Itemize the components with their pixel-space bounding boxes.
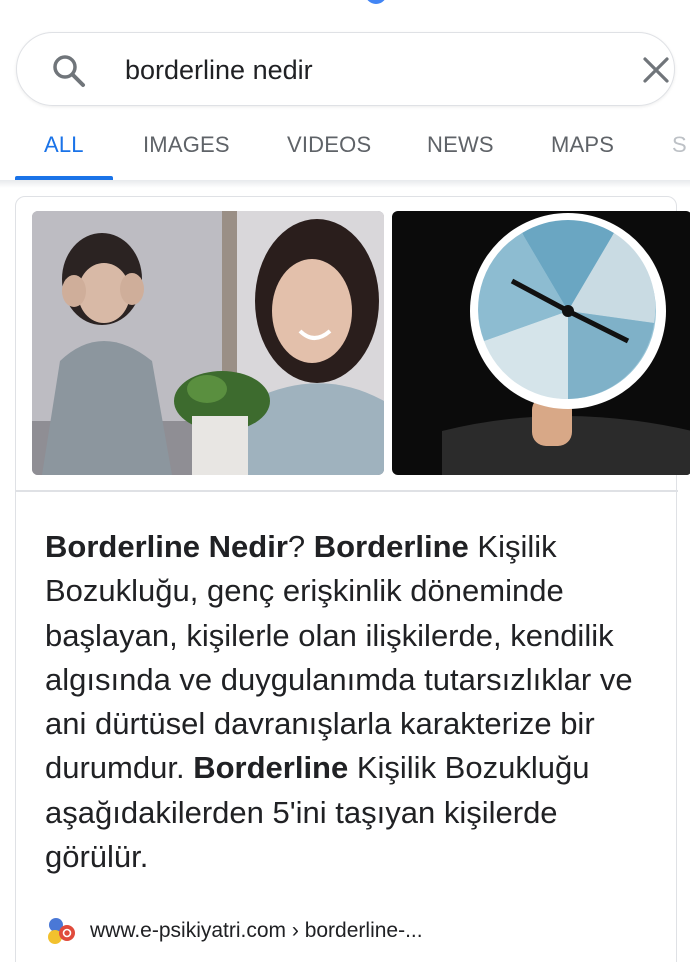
snippet-segment: Kişilik Bozukluğu, genç erişkinlik dönem… xyxy=(45,529,633,786)
result-image-2[interactable] xyxy=(392,211,690,475)
snippet-highlight: Borderline Nedir xyxy=(45,529,288,564)
snippet-highlight: Borderline xyxy=(193,750,349,786)
tab-videos[interactable]: VIDEOS xyxy=(287,132,371,158)
result-image-1[interactable] xyxy=(32,211,384,475)
google-logo-fragment xyxy=(365,0,387,4)
tabs-divider xyxy=(0,180,690,188)
close-icon[interactable] xyxy=(639,53,673,87)
tab-all[interactable]: ALL xyxy=(44,132,84,158)
tab-maps[interactable]: MAPS xyxy=(551,132,614,158)
featured-snippet-card: Borderline Nedir? Borderline Kişilik Boz… xyxy=(15,196,690,962)
card-divider xyxy=(16,490,678,492)
search-icon[interactable] xyxy=(51,53,87,89)
site-favicon-icon xyxy=(48,918,75,944)
snippet-highlight: Borderline xyxy=(313,529,469,564)
search-tabs: ALL IMAGES VIDEOS NEWS MAPS S xyxy=(0,118,690,182)
snippet-text: Borderline Nedir? Borderline Kişilik Boz… xyxy=(45,525,660,879)
search-input[interactable] xyxy=(125,51,605,89)
result-source-link[interactable]: www.e-psikiyatri.com › borderline-... xyxy=(46,915,423,947)
clock-faces-photo-icon xyxy=(392,211,690,475)
tab-shopping[interactable]: S xyxy=(672,132,687,158)
snippet-segment: ? xyxy=(287,529,314,564)
tab-images[interactable]: IMAGES xyxy=(143,132,230,158)
tab-news[interactable]: NEWS xyxy=(427,132,494,158)
search-box[interactable] xyxy=(16,32,675,106)
source-url[interactable]: www.e-psikiyatri.com › borderline-... xyxy=(90,919,423,943)
stock-photo-women-icon xyxy=(32,211,384,475)
